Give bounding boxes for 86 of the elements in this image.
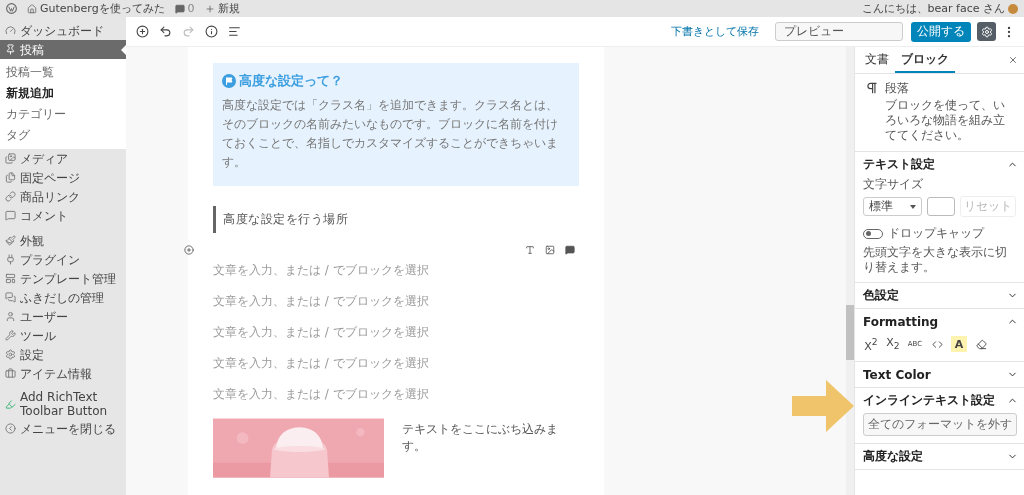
home-icon xyxy=(27,3,37,14)
template-icon xyxy=(5,273,16,284)
format-button[interactable]: X$^{2}$ xyxy=(863,336,879,352)
arrow-icon xyxy=(792,380,854,432)
font-size-label: 文字サイズ xyxy=(863,177,924,192)
wordpress-logo-icon[interactable] xyxy=(6,3,17,14)
caret-icon xyxy=(910,204,916,209)
menu-item[interactable]: メニューを閉じる xyxy=(0,419,126,438)
briefcase-icon xyxy=(5,368,16,379)
menu-item[interactable]: コメント xyxy=(0,206,126,225)
preview-button[interactable]: プレビュー xyxy=(775,22,903,41)
clear-formatting-button[interactable]: 全てのフォーマットを外す xyxy=(863,413,1017,436)
heading-text: 高度な設定を行う場所 xyxy=(213,206,579,233)
format-button[interactable]: X$_{2}$ xyxy=(885,336,901,352)
panel-header[interactable]: インラインテキスト設定 xyxy=(855,388,1024,413)
plug-icon xyxy=(5,254,16,265)
info-text: 高度な設定では「クラス名」を追加できます。クラス名とは、そのブロックの名前みたいなものです。ブロックに名前を付けておくことで、名指しでカスタマイズすることができちゃいます。 xyxy=(222,97,559,171)
media-icon xyxy=(5,153,16,164)
publish-button[interactable]: 公開する xyxy=(911,21,971,42)
comment-icon xyxy=(174,3,185,14)
menu-item[interactable]: ツール xyxy=(0,326,126,345)
wrench-icon xyxy=(5,330,16,341)
menu-item[interactable]: 投稿 xyxy=(0,40,126,59)
scrollbar-thumb[interactable] xyxy=(846,305,854,360)
site-name-link[interactable]: Gutenbergを使ってみた xyxy=(40,1,165,16)
menu-item[interactable]: テンプレート管理 xyxy=(0,269,126,288)
settings-icon xyxy=(5,349,16,360)
new-link[interactable]: 新規 xyxy=(217,1,240,16)
submenu-item[interactable]: 新規追加 xyxy=(0,83,126,104)
user-icon xyxy=(5,311,16,322)
greeting-link[interactable]: こんにちは、bear face さん xyxy=(861,1,1005,16)
drop-cap-toggle[interactable] xyxy=(863,228,883,239)
submenu-item[interactable]: カテゴリー xyxy=(0,104,126,125)
info-icon[interactable] xyxy=(203,23,220,40)
font-size-input[interactable] xyxy=(927,197,955,216)
comment-icon xyxy=(5,210,16,221)
speech-bubble-icon[interactable] xyxy=(565,245,575,255)
brush-icon xyxy=(5,235,16,246)
menu-item[interactable]: 固定ページ xyxy=(0,168,126,187)
info-title: 高度な設定って？ xyxy=(239,72,343,90)
block-name: 段落 xyxy=(885,81,910,96)
collapse-icon xyxy=(5,423,16,434)
menu-item[interactable]: メディア xyxy=(0,149,126,168)
drop-cap-label: ドロップキャップ xyxy=(888,226,984,241)
gear-icon xyxy=(980,25,993,38)
panel-header[interactable]: 高度な設定 xyxy=(855,444,1024,469)
format-button[interactable]: A xyxy=(951,336,967,352)
block-description: ブロックを使って、いろいろな物語を組み立ててください。 xyxy=(885,98,1006,143)
media-text: テキストをここにぶち込みます。 xyxy=(402,421,560,455)
menu-item[interactable]: アイテム情報 xyxy=(0,364,126,383)
add-block-icon[interactable] xyxy=(134,23,151,40)
panel-header[interactable]: テキスト設定 xyxy=(855,152,1024,177)
menu-item[interactable]: 設定 xyxy=(0,345,126,364)
panel-header[interactable]: Text Color xyxy=(855,362,1024,387)
menu-item[interactable]: ふきだしの管理 xyxy=(0,288,126,307)
submenu-item[interactable]: 投稿一覧 xyxy=(0,62,126,83)
submenu-item[interactable]: タグ xyxy=(0,125,126,146)
menu-item[interactable]: Add RichText Toolbar Button xyxy=(0,389,126,419)
dashboard-icon xyxy=(5,25,16,36)
paragraph-icon xyxy=(865,81,879,95)
settings-button[interactable] xyxy=(977,22,996,41)
panel-header[interactable]: 色設定 xyxy=(855,283,1024,308)
save-draft-link[interactable]: 下書きとして保存 xyxy=(671,24,759,39)
link-icon xyxy=(5,191,16,202)
avatar-icon[interactable] xyxy=(1008,3,1018,14)
text-icon[interactable] xyxy=(525,245,535,255)
font-size-select[interactable]: 標準 xyxy=(863,197,922,216)
pin-icon xyxy=(5,44,16,55)
sidebar-tab[interactable]: 文書 xyxy=(859,47,895,73)
flag-icon xyxy=(222,74,236,88)
sidebar-tab[interactable]: ブロック xyxy=(895,47,955,73)
menu-item[interactable]: 外観 xyxy=(0,231,126,250)
close-icon xyxy=(1008,55,1018,65)
pages-icon xyxy=(5,172,16,183)
eraser-icon xyxy=(975,338,987,350)
menu-item[interactable]: ユーザー xyxy=(0,307,126,326)
menu-item[interactable]: 商品リンク xyxy=(0,187,126,206)
code-icon xyxy=(931,338,943,350)
highlighter-icon xyxy=(5,398,16,410)
menu-item[interactable]: プラグイン xyxy=(0,250,126,269)
panel-header[interactable]: Formatting xyxy=(855,309,1024,334)
image-icon[interactable] xyxy=(545,245,555,255)
menu-item[interactable]: ダッシュボード xyxy=(0,21,126,40)
drop-cap-help: 先頭文字を大きな表示に切り替えます。 xyxy=(863,245,1008,275)
speech-bubbles-icon xyxy=(5,292,16,303)
plus-icon xyxy=(204,3,215,14)
